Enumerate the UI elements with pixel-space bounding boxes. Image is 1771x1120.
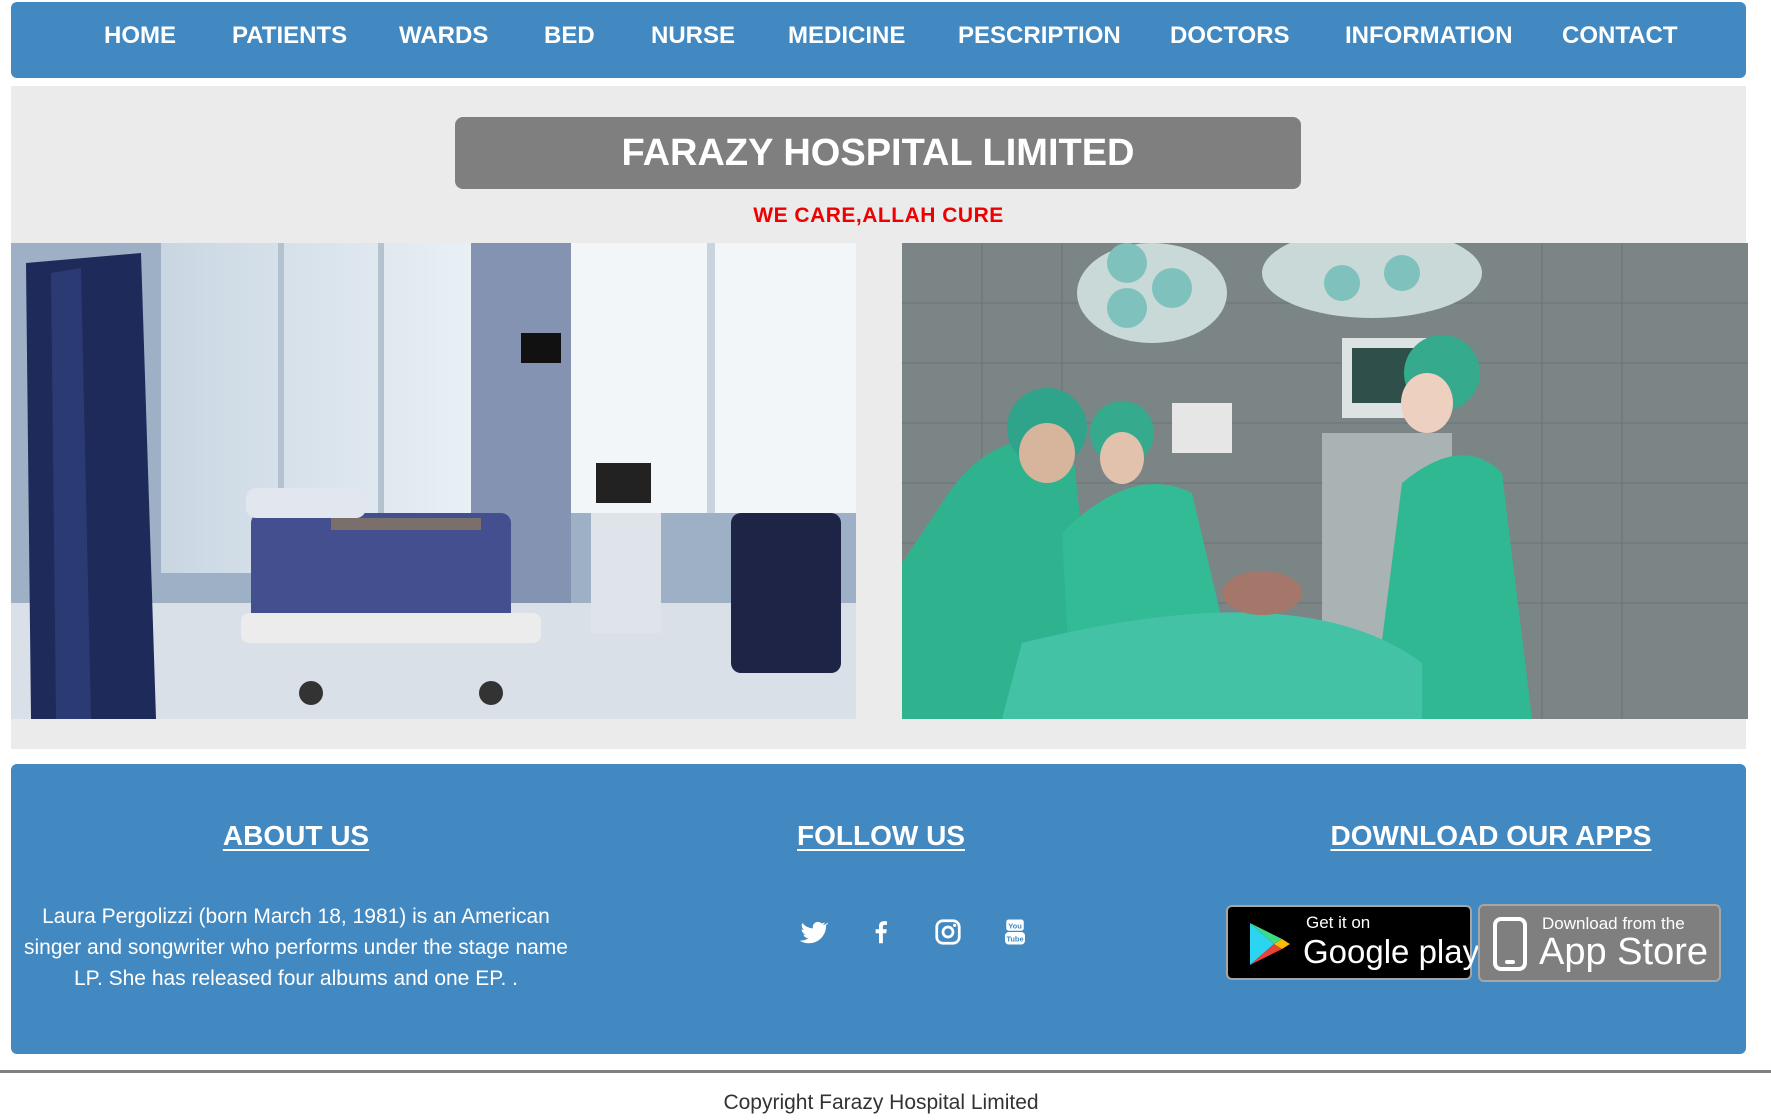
apps-heading: DOWNLOAD OUR APPS — [1330, 820, 1652, 851]
google-play-icon — [1250, 923, 1290, 965]
nav-home[interactable]: HOME — [104, 22, 176, 50]
instagram-icon[interactable] — [933, 917, 963, 947]
hospital-title: FARAZY HOSPITAL LIMITED — [455, 117, 1301, 189]
facebook-icon[interactable] — [866, 917, 896, 947]
hospital-room-photo — [11, 243, 856, 719]
about-heading: ABOUT US — [222, 820, 370, 851]
footer-divider — [0, 1070, 1771, 1073]
copyright-text: Copyright Farazy Hospital Limited — [723, 1091, 1039, 1114]
google-play-small: Get it on — [1306, 913, 1371, 932]
youtube-icon[interactable]: You Tube — [1000, 917, 1030, 947]
svg-text:Tube: Tube — [1006, 934, 1023, 943]
app-store-big: App Store — [1539, 931, 1708, 973]
nav-medicine[interactable]: MEDICINE — [788, 22, 905, 50]
google-play-big: Google play — [1303, 933, 1480, 970]
twitter-icon[interactable] — [798, 917, 828, 947]
app-store-badge[interactable]: Download from the App Store — [1478, 904, 1721, 982]
svg-text:You: You — [1008, 921, 1022, 930]
operating-room-photo — [902, 243, 1748, 719]
hospital-tagline: WE CARE,ALLAH CURE — [753, 204, 1004, 227]
main-navbar: HOME PATIENTS WARDS BED NURSE MEDICINE P… — [11, 2, 1746, 78]
header-panel: FARAZY HOSPITAL LIMITED WE CARE,ALLAH CU… — [11, 86, 1748, 749]
nav-nurse[interactable]: NURSE — [651, 22, 735, 50]
google-play-badge[interactable]: Get it on Google play — [1226, 905, 1479, 980]
nav-patients[interactable]: PATIENTS — [232, 22, 347, 50]
footer-info-panel: ABOUT US Laura Pergolizzi (born March 18… — [11, 764, 1746, 1054]
nav-bed[interactable]: BED — [544, 22, 595, 50]
nav-information[interactable]: INFORMATION — [1345, 22, 1513, 50]
nav-contact[interactable]: CONTACT — [1562, 22, 1678, 50]
nav-wards[interactable]: WARDS — [399, 22, 488, 50]
phone-icon — [1493, 917, 1527, 971]
about-text: Laura Pergolizzi (born March 18, 1981) i… — [24, 905, 568, 990]
nav-pescription[interactable]: PESCRIPTION — [958, 22, 1121, 50]
follow-heading: FOLLOW US — [797, 820, 965, 851]
nav-doctors[interactable]: DOCTORS — [1170, 22, 1290, 50]
